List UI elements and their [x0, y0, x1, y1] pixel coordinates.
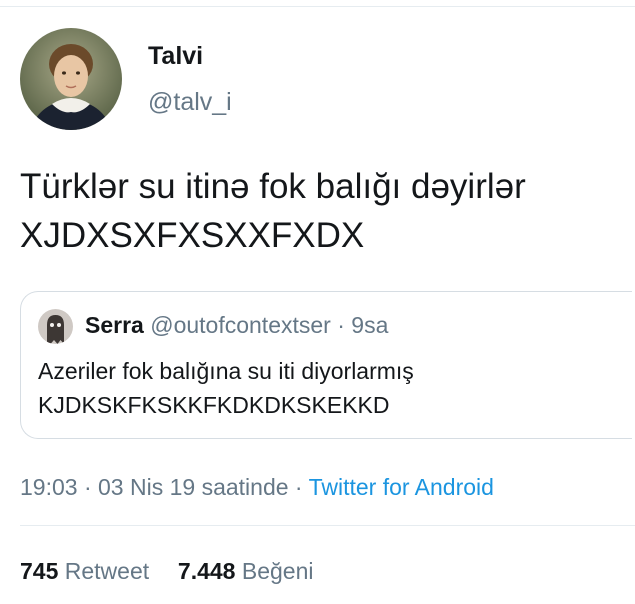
- tweet-time[interactable]: 19:03: [20, 474, 78, 500]
- tweet-metadata: 19:03 · 03 Nis 19 saatinde · Twitter for…: [20, 474, 494, 501]
- retweet-label: Retweet: [64, 558, 150, 584]
- like-label: Beğeni: [241, 558, 314, 584]
- tweet-text-line: Türklər su itinə fok balığı dəyirlər: [20, 167, 526, 206]
- child-portrait-icon: [20, 28, 122, 130]
- quoted-tweet-time: 9sa: [351, 312, 389, 338]
- ghost-icon: [38, 309, 73, 344]
- tweet-date[interactable]: 03 Nis 19 saatinde: [98, 474, 289, 500]
- quoted-author-avatar: [38, 309, 73, 344]
- tweet-text-line: XJDXSXFXSXXFXDX: [20, 216, 365, 255]
- author-display-name[interactable]: Talvi: [148, 42, 203, 71]
- quoted-text-line: KJDKSKFKSKKFKDKDKSKEKKD: [38, 392, 390, 418]
- quoted-author-name: Serra: [85, 312, 144, 338]
- separator-dot: ·: [294, 474, 303, 500]
- quoted-tweet-card[interactable]: Serra @outofcontextser · 9sa Azeriler fo…: [20, 291, 632, 439]
- separator-dot: ·: [83, 474, 92, 500]
- quoted-tweet-header: Serra @outofcontextser · 9sa: [85, 312, 388, 339]
- quoted-author-handle: @outofcontextser: [150, 312, 331, 338]
- engagement-stats: 745 Retweet 7.448 Beğeni: [20, 558, 314, 585]
- stats-divider: [20, 525, 635, 526]
- tweet-source-link[interactable]: Twitter for Android: [309, 474, 494, 500]
- quoted-text-line: Azeriler fok balığına su iti diyorlarmış: [38, 358, 414, 384]
- separator-dot: ·: [337, 312, 345, 338]
- like-stat[interactable]: 7.448 Beğeni: [178, 558, 314, 584]
- retweet-stat[interactable]: 745 Retweet: [20, 558, 156, 584]
- author-handle[interactable]: @talv_i: [148, 88, 232, 117]
- author-avatar[interactable]: [20, 28, 122, 130]
- quoted-tweet-text: Azeriler fok balığına su iti diyorlarmış…: [38, 354, 414, 422]
- like-count: 7.448: [177, 558, 236, 584]
- tweet-text: Türklər su itinə fok balığı dəyirlər XJD…: [20, 162, 526, 260]
- top-divider: [0, 6, 635, 7]
- retweet-count: 745: [20, 558, 59, 584]
